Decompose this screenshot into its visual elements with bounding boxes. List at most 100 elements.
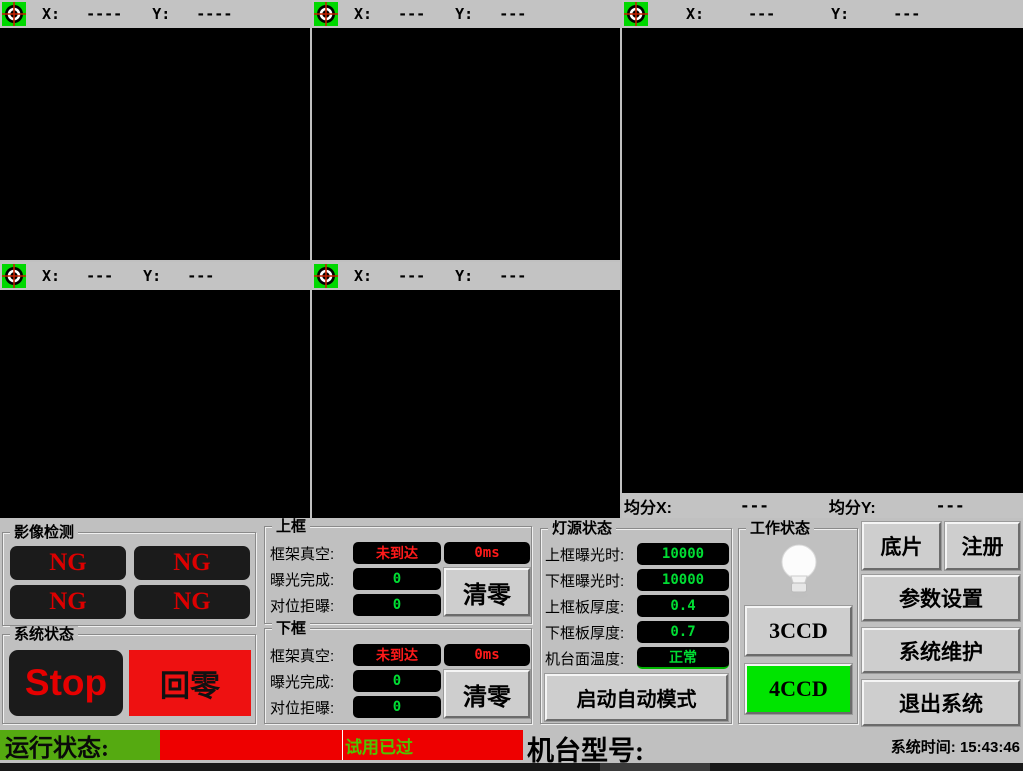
pane-2-header: X: --- Y: --- [312,0,620,28]
system-time-value: 15:43:46 [960,739,1020,756]
x-label: X: [354,5,372,23]
x-value: --- [398,5,425,23]
upper-frame-title: 上框 [272,518,310,535]
table-temperature-value: 正常 [637,647,729,669]
trial-expired-bar: 试用已过 [342,730,523,760]
upper-vacuum-value: 未到达 [353,542,441,564]
average-x-value: --- [740,496,769,515]
x-label: X: [354,267,372,285]
x-value: --- [748,5,775,23]
average-y-value: --- [936,496,965,515]
ng-indicator-3: NG [10,585,126,619]
average-coordinates-bar: 均分X: --- 均分Y: --- [622,493,1023,518]
run-state-label: 运行状态: [0,730,160,760]
upper-clear-button[interactable]: 清零 [444,568,530,616]
upper-exposure-value: 0 [353,568,441,590]
parameter-settings-button[interactable]: 参数设置 [862,575,1020,621]
y-label: Y: [455,267,473,285]
camera-pane-5: X: --- Y: --- [312,262,620,518]
stop-button[interactable]: Stop [9,650,123,716]
average-x-label: 均分X: [624,494,672,518]
run-state-alarm-bar [160,730,342,760]
x-label: X: [42,5,60,23]
register-button[interactable]: 注册 [945,522,1020,570]
light-source-status-title: 灯源状态 [548,520,616,537]
lightbulb-icon [771,541,827,603]
camera-view-3 [622,28,1023,493]
upper-frame-group: 上框 框架真空: 未到达 0ms 曝光完成: 0 清零 对位拒曝: 0 [264,526,532,624]
y-value: --- [187,267,214,285]
x-value: --- [86,267,113,285]
lower-exposure-value: 0 [353,670,441,692]
start-auto-mode-button[interactable]: 启动自动模式 [545,674,728,721]
upper-reject-value: 0 [353,594,441,616]
upper-exposure-time-label: 上框曝光时: [545,544,635,565]
upper-vacuum-label: 框架真空: [270,543,350,564]
ng-indicator-grid: NG NG NG NG [10,546,250,619]
lower-exposure-time-value: 10000 [637,569,729,591]
pane-1-header: X: ---- Y: ---- [0,0,310,28]
camera-view-4 [0,290,310,518]
upper-vacuum-time: 0ms [444,542,530,564]
work-status-group: 工作状态 3CCD 4CCD [738,528,858,724]
x-label: X: [686,5,704,23]
system-status-group: 系统状态 Stop 回零 [2,634,256,724]
lower-frame-group: 下框 框架真空: 未到达 0ms 曝光完成: 0 清零 对位拒曝: 0 [264,628,532,724]
upper-board-thickness-label: 上框板厚度: [545,596,635,617]
lower-vacuum-time: 0ms [444,644,530,666]
pane-5-header: X: --- Y: --- [312,262,620,290]
camera-view-2 [312,28,620,260]
crosshair-target-icon [314,2,338,26]
x-value: ---- [86,5,122,23]
y-value: ---- [196,5,232,23]
work-status-title: 工作状态 [746,520,814,537]
system-status-title: 系统状态 [10,626,78,643]
upper-exposure-time-value: 10000 [637,543,729,565]
image-detection-title: 影像检测 [10,524,78,541]
crosshair-target-icon [314,264,338,288]
ccd4-mode-button[interactable]: 4CCD [745,664,852,714]
light-source-status-group: 灯源状态 上框曝光时: 10000 下框曝光时: 10000 上框板厚度: 0.… [540,528,732,724]
system-time-label: 系统时间: [891,739,956,756]
y-value: --- [499,5,526,23]
ccd3-mode-button[interactable]: 3CCD [745,606,852,656]
crosshair-target-icon [2,264,26,288]
pane-4-header: X: --- Y: --- [0,262,310,290]
upper-reject-label: 对位拒曝: [270,595,350,616]
lower-vacuum-label: 框架真空: [270,645,350,666]
lower-exposure-time-label: 下框曝光时: [545,570,635,591]
crosshair-target-icon [624,2,648,26]
camera-pane-2: X: --- Y: --- [312,0,620,260]
system-maintenance-button[interactable]: 系统维护 [862,628,1020,673]
lower-frame-title: 下框 [272,620,310,637]
x-label: X: [42,267,60,285]
x-value: --- [398,267,425,285]
pane-3-header: X: --- Y: --- [622,0,1023,28]
y-value: --- [499,267,526,285]
taskbar-segment [600,763,710,771]
camera-pane-4: X: --- Y: --- [0,262,310,518]
crosshair-target-icon [2,2,26,26]
lower-reject-value: 0 [353,696,441,718]
lower-reject-label: 对位拒曝: [270,697,350,718]
lower-clear-button[interactable]: 清零 [444,670,530,718]
average-y-label: 均分Y: [829,494,876,518]
film-button[interactable]: 底片 [862,522,941,570]
y-label: Y: [152,5,170,23]
ng-indicator-2: NG [134,546,250,580]
y-label: Y: [831,5,849,23]
lower-board-thickness-value: 0.7 [637,621,729,643]
system-time: 系统时间: 15:43:46 [850,736,1020,757]
home-zero-button[interactable]: 回零 [129,650,251,716]
lower-board-thickness-label: 下框板厚度: [545,622,635,643]
lower-vacuum-value: 未到达 [353,644,441,666]
image-detection-group: 影像检测 NG NG NG NG [2,532,256,626]
lower-exposure-label: 曝光完成: [270,671,350,692]
y-label: Y: [455,5,473,23]
exit-system-button[interactable]: 退出系统 [862,680,1020,726]
camera-pane-1: X: ---- Y: ---- [0,0,310,260]
camera-view-5 [312,290,620,518]
bottom-taskbar [0,763,1023,771]
table-temperature-label: 机台面温度: [545,648,635,669]
upper-exposure-label: 曝光完成: [270,569,350,590]
